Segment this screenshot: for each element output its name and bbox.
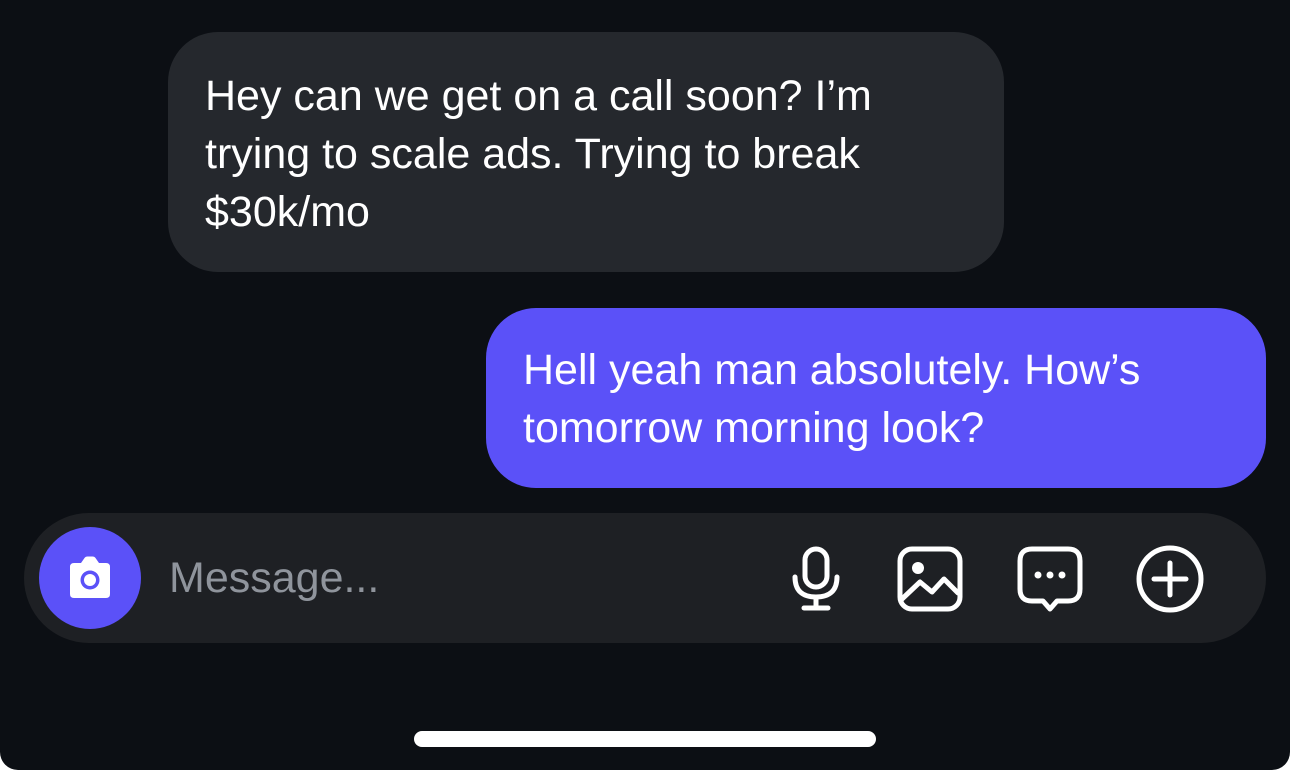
microphone-icon: [792, 546, 840, 611]
chat-screen: Hey can we get on a call soon? I’m tryin…: [0, 0, 1290, 770]
gallery-button[interactable]: [892, 541, 968, 617]
message-input[interactable]: [169, 543, 749, 613]
sticker-chat-icon: [1017, 546, 1083, 612]
camera-icon: [70, 556, 110, 598]
more-options-button[interactable]: [1132, 541, 1208, 617]
sticker-button[interactable]: [1012, 541, 1088, 617]
received-message-bubble[interactable]: Hey can we get on a call soon? I’m tryin…: [168, 32, 1004, 272]
image-icon: [897, 546, 963, 612]
message-composer: [24, 513, 1266, 643]
plus-circle-icon: [1136, 545, 1204, 613]
home-indicator[interactable]: [414, 731, 876, 747]
camera-button[interactable]: [39, 527, 141, 629]
microphone-button[interactable]: [778, 541, 854, 617]
sent-message-bubble[interactable]: Hell yeah man absolutely. How’s tomorrow…: [486, 308, 1266, 488]
